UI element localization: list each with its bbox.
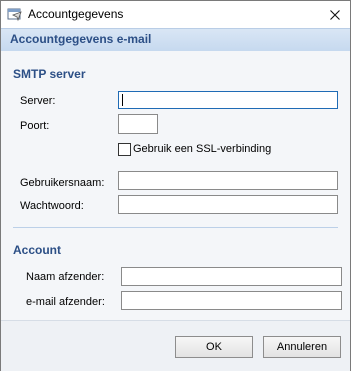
ssl-checkbox-label[interactable]: Gebruik een SSL-verbinding [133, 143, 271, 155]
dialog-header: Accountgegevens e-mail [1, 28, 350, 52]
close-icon [329, 9, 340, 20]
ok-button[interactable]: OK [175, 336, 253, 358]
password-input[interactable] [118, 195, 338, 214]
cancel-button[interactable]: Annuleren [263, 336, 341, 358]
username-input[interactable] [118, 171, 338, 190]
dialog-footer: OK Annuleren [1, 320, 350, 371]
close-button[interactable] [319, 1, 350, 28]
account-section-title: Account [13, 243, 61, 257]
ssl-checkbox[interactable] [118, 143, 131, 156]
dialog-body: SMTP server Server: Poort: Gebruik een S… [1, 51, 350, 320]
port-input[interactable] [118, 114, 158, 134]
mail-window-icon [7, 6, 23, 22]
dialog-heading: Accountgegevens e-mail [10, 32, 152, 46]
sender-email-input[interactable] [121, 291, 342, 310]
section-divider [13, 227, 338, 228]
sender-name-input[interactable] [121, 267, 342, 286]
sender-email-label: e-mail afzender: [26, 296, 105, 308]
username-label: Gebruikersnaam: [20, 177, 105, 189]
server-label: Server: [20, 95, 56, 107]
text-caret [122, 94, 123, 106]
sender-name-label: Naam afzender: [26, 271, 105, 283]
port-label: Poort: [20, 120, 50, 132]
server-input[interactable] [118, 91, 338, 109]
password-label: Wachtwoord: [20, 200, 84, 212]
smtp-section-title: SMTP server [13, 67, 86, 81]
title-bar: Accountgegevens [1, 1, 350, 28]
dialog-window: Accountgegevens Accountgegevens e-mail S… [0, 0, 351, 371]
window-title: Accountgegevens [28, 7, 124, 21]
